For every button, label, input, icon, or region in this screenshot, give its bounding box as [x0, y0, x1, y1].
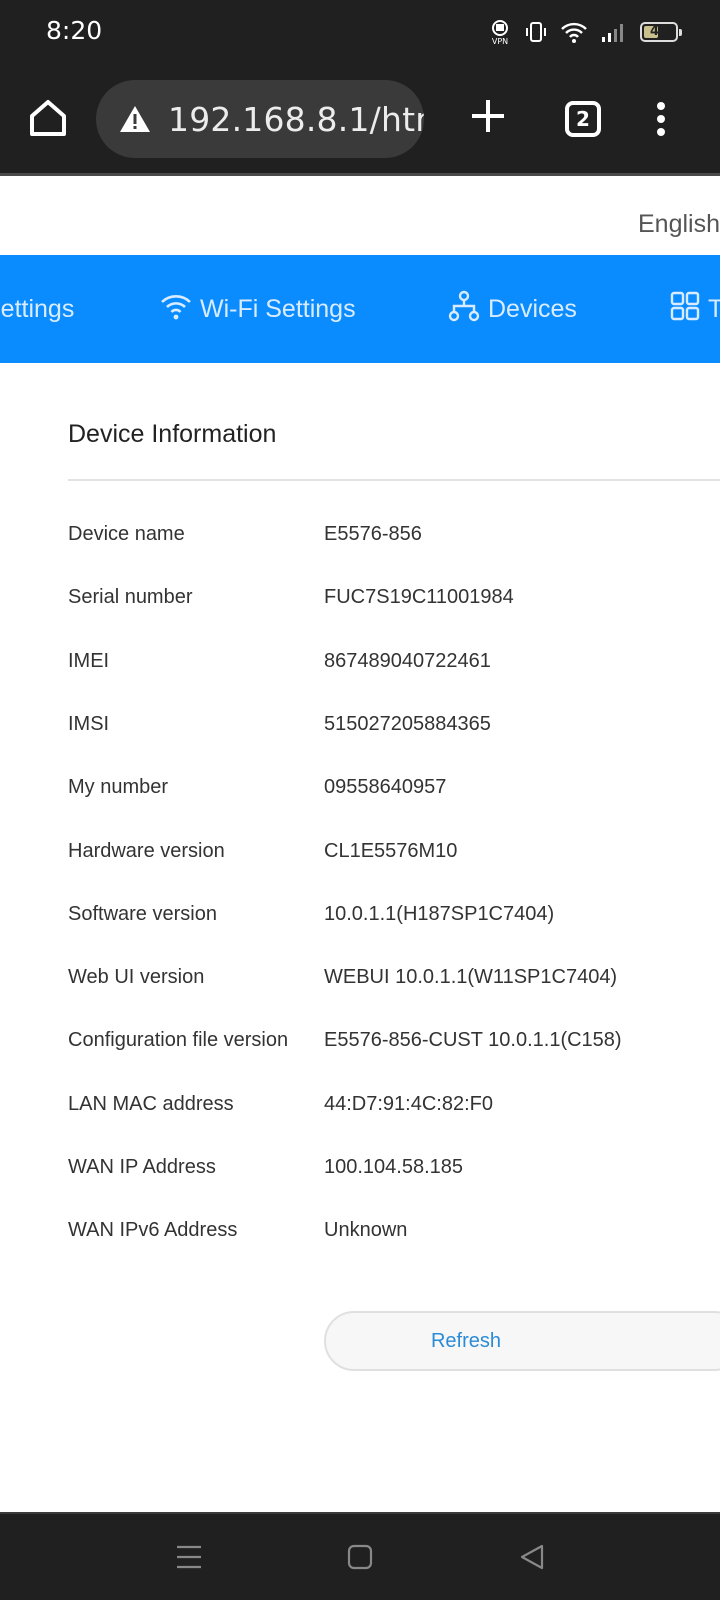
- address-bar[interactable]: 192.168.8.1/html/: [96, 80, 424, 158]
- info-row: WAN IPv6 Address Unknown: [68, 1211, 720, 1251]
- info-row: IMSI 515027205884365: [68, 705, 720, 745]
- devices-icon: [448, 290, 488, 329]
- home-icon[interactable]: [26, 96, 70, 140]
- menu-icon[interactable]: [175, 1544, 203, 1575]
- info-row: LAN MAC address 44:D7:91:4C:82:F0: [68, 1085, 720, 1125]
- info-label: Device name: [68, 523, 185, 545]
- info-row: WAN IP Address 100.104.58.185: [68, 1148, 720, 1188]
- tools-icon: [670, 291, 708, 328]
- info-label: Web UI version: [68, 966, 205, 988]
- refresh-label: Refresh: [430, 1330, 502, 1352]
- status-icons: VPN 40: [488, 18, 682, 46]
- info-label: IMEI: [68, 650, 110, 672]
- info-value: FUC7S19C11001984: [324, 586, 514, 608]
- info-label: LAN MAC address: [68, 1093, 234, 1115]
- info-value: E5576-856: [324, 523, 422, 545]
- info-value: 867489040722461: [324, 650, 491, 672]
- section-divider: [68, 479, 720, 481]
- info-value: E5576-856-CUST 10.0.1.1(C158): [324, 1029, 622, 1051]
- nav-tools-label: Tools: [708, 294, 720, 323]
- nav-settings[interactable]: Settings: [0, 255, 74, 363]
- info-label: Configuration file version: [68, 1029, 289, 1051]
- info-row: Configuration file version E5576-856-CUST…: [68, 1021, 720, 1061]
- home-square-icon[interactable]: [347, 1544, 373, 1575]
- status-time: 8:20: [46, 16, 103, 45]
- battery-level: 40: [649, 24, 669, 39]
- info-label: WAN IPv6 Address: [68, 1219, 238, 1241]
- warning-icon[interactable]: [118, 104, 152, 139]
- vpn-icon: VPN: [488, 19, 512, 45]
- status-bar: 8:20 VPN 40: [0, 0, 720, 62]
- wifi-icon: [560, 20, 588, 44]
- info-row: My number 09558640957: [68, 768, 720, 808]
- battery-icon: 40: [640, 22, 682, 42]
- nav-wifi-settings[interactable]: Wi-Fi Settings: [160, 255, 356, 363]
- info-value: 44:D7:91:4C:82:F0: [324, 1093, 493, 1115]
- vibrate-icon: [524, 20, 548, 44]
- system-nav-bar: [0, 1512, 720, 1600]
- nav-devices-label: Devices: [488, 294, 577, 323]
- info-row: Software version 10.0.1.1(H187SP1C7404): [68, 895, 720, 935]
- info-label: Hardware version: [68, 840, 225, 862]
- info-value: Unknown: [324, 1219, 408, 1241]
- wifi-icon: [160, 292, 200, 327]
- plus-icon[interactable]: [470, 98, 506, 139]
- svg-text:VPN: VPN: [492, 37, 508, 45]
- nav-devices[interactable]: Devices: [448, 255, 577, 363]
- back-icon[interactable]: [518, 1544, 546, 1575]
- info-label: My number: [68, 776, 169, 798]
- nav-tools[interactable]: Tools: [670, 255, 720, 363]
- info-value: 515027205884365: [324, 713, 491, 735]
- info-label: Serial number: [68, 586, 193, 608]
- info-row: IMEI 867489040722461: [68, 642, 720, 682]
- nav-settings-label: Settings: [0, 294, 75, 323]
- url-text[interactable]: 192.168.8.1/html/: [168, 100, 424, 139]
- tabs-icon[interactable]: 2: [565, 101, 601, 137]
- nav-wifi-label: Wi-Fi Settings: [200, 294, 356, 323]
- language-selector[interactable]: English: [638, 210, 720, 239]
- info-row: Web UI version WEBUI 10.0.1.1(W11SP1C7404…: [68, 958, 720, 998]
- info-row: Device name E5576-856: [68, 515, 720, 555]
- info-row: Serial number FUC7S19C11001984: [68, 578, 720, 618]
- info-label: IMSI: [68, 713, 110, 735]
- info-value: 10.0.1.1(H187SP1C7404): [324, 903, 555, 925]
- info-value: 100.104.58.185: [324, 1156, 464, 1178]
- main-nav: Settings Wi-Fi Settings Devices Tools: [0, 255, 720, 363]
- section-title: Device Information: [68, 420, 277, 448]
- info-label: Software version: [68, 903, 217, 925]
- signal-icon: [600, 20, 628, 44]
- info-value: WEBUI 10.0.1.1(W11SP1C7404): [324, 966, 618, 988]
- browser-toolbar: 192.168.8.1/html/ 2: [0, 62, 720, 174]
- info-label: WAN IP Address: [68, 1156, 216, 1178]
- toolbar-divider: [0, 173, 720, 176]
- info-value: 09558640957: [324, 776, 447, 798]
- more-icon[interactable]: [656, 102, 666, 141]
- info-value: CL1E5576M10: [324, 840, 458, 862]
- refresh-button[interactable]: Refresh: [324, 1311, 720, 1371]
- info-row: Hardware version CL1E5576M10: [68, 832, 720, 872]
